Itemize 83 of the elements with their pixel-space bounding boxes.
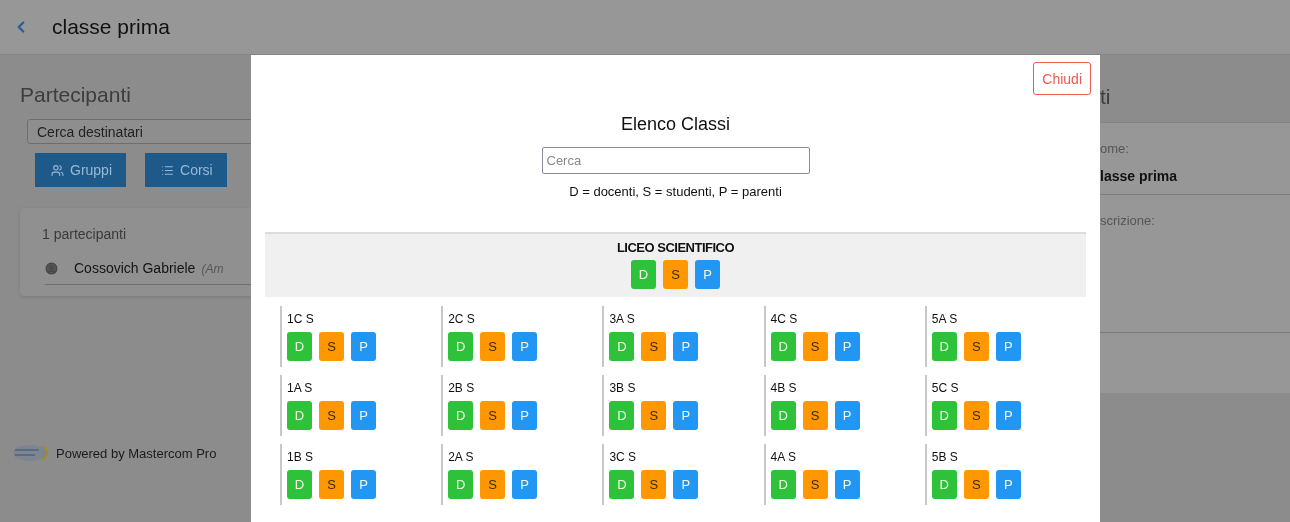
recipient-button[interactable]: S xyxy=(480,470,506,499)
recipient-button[interactable]: S xyxy=(319,332,344,361)
class-name: 5A S xyxy=(931,312,959,326)
recipient-button[interactable]: S xyxy=(802,401,828,430)
recipient-button[interactable]: D xyxy=(609,470,635,499)
recipient-button[interactable]: D xyxy=(448,332,474,361)
close-button[interactable]: Chiudi xyxy=(1033,62,1091,95)
panel-title: Partecipanti xyxy=(20,83,132,107)
recipient-button[interactable]: D xyxy=(931,401,957,430)
participant-count: 1 partecipanti xyxy=(42,226,128,242)
recipient-button[interactable]: P xyxy=(834,470,860,499)
recipient-button[interactable]: P xyxy=(512,470,538,499)
class-name: 3A S xyxy=(609,312,636,326)
class-name: 2A S xyxy=(448,450,475,464)
class-name: 2B S xyxy=(448,381,476,395)
class-name: 4B S xyxy=(770,381,798,395)
class-name: 1A S xyxy=(287,381,314,395)
recipient-button[interactable]: S xyxy=(663,260,688,289)
recipient-button[interactable]: P xyxy=(834,401,860,430)
recipient-button[interactable]: D xyxy=(770,401,796,430)
recipient-button[interactable]: D xyxy=(609,401,635,430)
recipient-button[interactable]: D xyxy=(631,260,656,289)
recipient-button[interactable]: P xyxy=(512,401,538,430)
list-icon xyxy=(161,163,175,177)
page-title: classe prima xyxy=(52,15,170,39)
user-icon xyxy=(45,261,58,275)
recipient-button[interactable]: P xyxy=(995,470,1021,499)
users-icon xyxy=(51,163,64,177)
recipient-button[interactable]: S xyxy=(480,332,506,361)
class-name: 3B S xyxy=(609,381,637,395)
class-name: 3C S xyxy=(609,450,638,464)
recipient-button[interactable]: S xyxy=(641,401,667,430)
recipient-button[interactable]: D xyxy=(931,470,957,499)
filter-button[interactable]: Gruppi xyxy=(35,153,127,187)
recipient-button[interactable]: P xyxy=(673,470,699,499)
recipient-button[interactable]: P xyxy=(673,401,699,430)
recipient-button[interactable]: P xyxy=(834,332,860,361)
recipient-button[interactable]: P xyxy=(995,332,1021,361)
recipient-button[interactable]: S xyxy=(963,470,989,499)
field-value: lasse prima xyxy=(1100,168,1179,184)
class-name: 4A S xyxy=(770,450,797,464)
recipient-button[interactable]: D xyxy=(770,470,796,499)
recipient-button[interactable]: D xyxy=(609,332,635,361)
panel-title: ti xyxy=(1100,85,1112,110)
dialog-title: Elenco Classi xyxy=(620,114,730,135)
class-name: 5B S xyxy=(931,450,959,464)
recipient-button[interactable]: P xyxy=(995,401,1021,430)
recipient-button[interactable]: D xyxy=(448,470,474,499)
recipient-button[interactable]: P xyxy=(351,470,376,499)
recipient-button[interactable]: S xyxy=(480,401,506,430)
class-name: 1B S xyxy=(287,450,314,464)
search-field[interactable]: Cerca xyxy=(541,147,810,174)
recipient-button[interactable]: S xyxy=(319,470,344,499)
class-name: 5C S xyxy=(931,381,960,395)
class-name: 4C S xyxy=(770,312,799,326)
recipient-button[interactable]: S xyxy=(963,332,989,361)
recipient-button[interactable]: P xyxy=(351,332,376,361)
recipient-button[interactable]: P xyxy=(673,332,699,361)
class-name: 1C S xyxy=(287,312,315,326)
field-label: ome: xyxy=(1100,141,1130,156)
recipient-button[interactable]: S xyxy=(802,470,828,499)
class-name: 2C S xyxy=(448,312,476,326)
field-label: scrizione: xyxy=(1100,213,1156,228)
recipient-button[interactable]: D xyxy=(287,401,312,430)
recipient-button[interactable]: S xyxy=(641,470,667,499)
recipient-button[interactable]: D xyxy=(287,470,312,499)
filter-button[interactable]: Corsi xyxy=(145,153,227,187)
recipient-button[interactable]: S xyxy=(319,401,344,430)
legend-text: D = docenti, S = studenti, P = parenti xyxy=(569,184,782,199)
recipient-button[interactable]: D xyxy=(287,332,312,361)
recipient-button[interactable]: S xyxy=(802,332,828,361)
recipient-button[interactable]: P xyxy=(351,401,376,430)
recipient-button[interactable]: D xyxy=(931,332,957,361)
recipient-button[interactable]: S xyxy=(641,332,667,361)
footer-text: Powered by Mastercom Pro xyxy=(56,445,217,461)
school-name: LICEO SCIENTIFICO xyxy=(616,240,735,255)
recipient-button[interactable]: P xyxy=(695,260,720,289)
recipient-button[interactable]: S xyxy=(963,401,989,430)
search-field[interactable]: Cerca destinatari xyxy=(27,119,251,144)
participant-name: Cossovich Gabriele (Am xyxy=(74,260,224,276)
recipient-button[interactable]: D xyxy=(448,401,474,430)
recipient-button[interactable]: P xyxy=(512,332,538,361)
recipient-button[interactable]: D xyxy=(770,332,796,361)
